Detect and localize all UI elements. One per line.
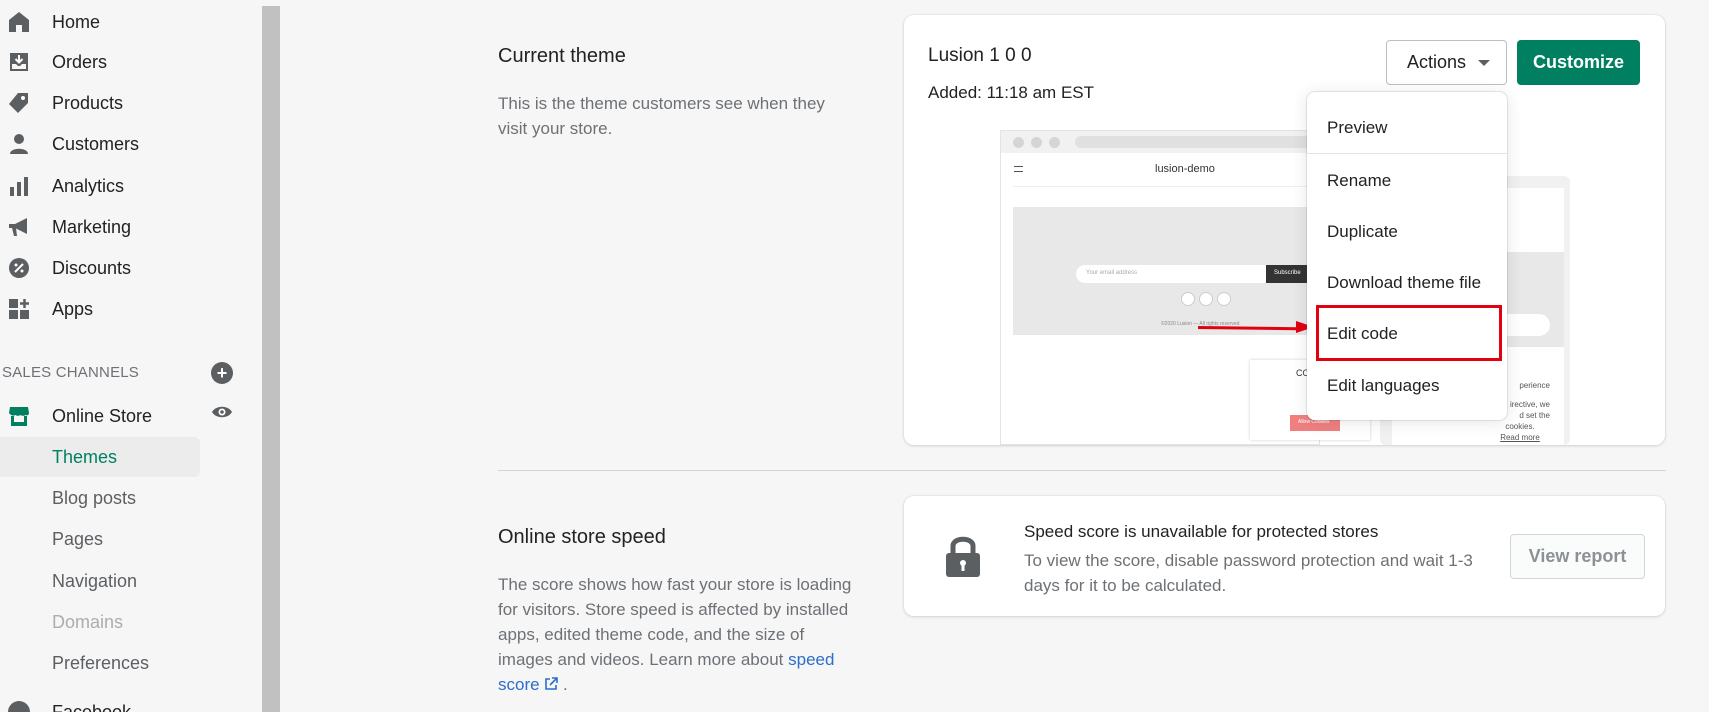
lock-icon [944,534,982,578]
sidebar-item-themes-label: Themes [52,446,118,467]
store-icon [6,403,32,429]
sidebar-item-themes[interactable]: Themes [0,437,200,477]
sidebar-item-preferences[interactable]: Preferences [0,643,200,683]
preview-url-bar [1075,136,1315,148]
sidebar: Home Orders Products Customers Analytics… [0,0,262,712]
caret-down-icon [1478,60,1490,66]
sales-channels-heading: SALES CHANNELS [2,364,140,381]
preview-browser-dot [1031,137,1042,148]
sidebar-item-navigation-label: Navigation [52,570,138,591]
nav-analytics[interactable]: Analytics [0,166,200,206]
nav-orders-label: Orders [52,51,108,72]
current-theme-description: This is the theme customers see when the… [498,94,825,138]
nav-products[interactable]: Products [0,83,200,123]
plus-icon: + [216,363,228,383]
speed-description-suffix: . [563,675,568,694]
nav-home[interactable]: Home [0,2,200,42]
nav-apps[interactable]: Apps [0,289,200,329]
actions-dropdown-menu [1307,92,1507,420]
preview-browser-dot [1013,137,1024,148]
nav-online-store-label: Online Store [52,405,153,426]
nav-online-store[interactable]: Online Store [0,396,200,436]
preview-subscribe-button: Subscribe [1266,265,1311,283]
preview-social-icon [1199,292,1213,306]
nav-facebook-label: Facebook [52,701,132,712]
speed-card-title: Speed score is unavailable for protected… [1024,522,1379,541]
nav-customers-label: Customers [52,133,140,154]
preview-browser-dot [1049,137,1060,148]
theme-name: Lusion 1 0 0 [928,45,1032,66]
person-icon [6,131,32,157]
menu-separator [1307,153,1507,154]
tag-icon [6,90,32,116]
bar-chart-icon [6,173,32,199]
nav-apps-label: Apps [52,298,94,319]
nav-customers[interactable]: Customers [0,124,200,164]
preview-mobile-read-more: Read more [1500,433,1540,442]
nav-facebook[interactable]: Facebook [0,692,200,712]
customize-button[interactable]: Customize [1517,40,1640,85]
nav-products-label: Products [52,92,124,113]
menu-item-rename[interactable]: Rename [1327,171,1391,191]
nav-analytics-label: Analytics [52,175,125,196]
nav-discounts[interactable]: Discounts [0,248,200,288]
view-online-store-button[interactable] [211,404,233,420]
view-report-button[interactable]: View report [1510,534,1645,579]
nav-marketing-label: Marketing [52,216,132,237]
actions-button[interactable]: Actions [1386,40,1507,85]
sidebar-item-preferences-label: Preferences [52,652,150,673]
preview-menu-icon [1014,166,1023,172]
facebook-icon [6,699,32,712]
speed-card-description: To view the score, disable password prot… [1024,551,1473,595]
sidebar-item-pages-label: Pages [52,528,104,549]
preview-social-icon [1217,292,1231,306]
sidebar-scrollbar[interactable] [262,6,280,712]
sidebar-item-blog-posts[interactable]: Blog posts [0,478,200,518]
discount-icon [6,255,32,281]
menu-item-duplicate[interactable]: Duplicate [1327,222,1398,242]
megaphone-icon [6,214,32,240]
orders-icon [6,49,32,75]
online-store-speed-description: The score shows how fast your store is l… [498,572,858,697]
nav-orders[interactable]: Orders [0,42,200,82]
nav-marketing[interactable]: Marketing [0,207,200,247]
menu-item-download-theme-file[interactable]: Download theme file [1327,273,1481,293]
section-divider [498,470,1666,471]
online-store-speed-title: Online store speed [498,526,666,548]
annotation-highlight-box [1316,305,1502,361]
preview-mobile-text-line: cookies. [1505,422,1535,431]
sidebar-item-pages[interactable]: Pages [0,519,200,559]
nav-discounts-label: Discounts [52,257,132,278]
sidebar-item-navigation[interactable]: Navigation [0,561,200,601]
menu-item-edit-languages[interactable]: Edit languages [1327,376,1439,396]
preview-social-icon [1181,292,1195,306]
add-sales-channel-button[interactable]: + [211,362,233,384]
preview-site-name: lusion-demo [1155,163,1215,175]
apps-icon [6,296,32,322]
external-link-icon [545,677,559,690]
theme-added-time: Added: 11:18 am EST [928,83,1095,102]
nav-home-label: Home [52,11,101,32]
sidebar-item-domains-label: Domains [52,611,124,632]
preview-email-input: Your email address [1076,265,1266,283]
sidebar-item-domains[interactable]: Domains [0,602,200,642]
current-theme-title: Current theme [498,45,626,67]
eye-icon [212,406,232,418]
home-icon [6,9,32,35]
menu-item-preview[interactable]: Preview [1327,118,1387,138]
actions-button-label: Actions [1407,52,1467,72]
sidebar-item-blog-posts-label: Blog posts [52,487,137,508]
